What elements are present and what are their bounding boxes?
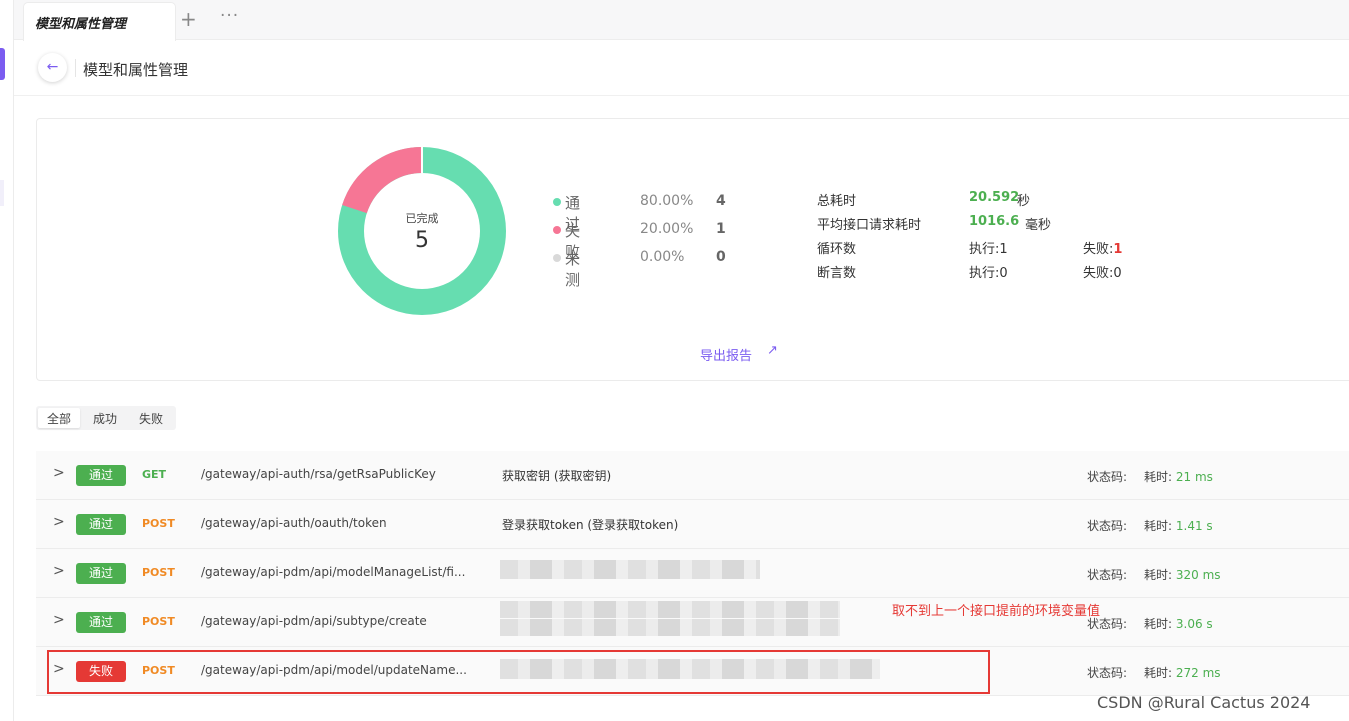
elapsed-time: 耗时: 1.41 s [1144, 517, 1213, 534]
tab-model-attr[interactable]: 模型和属性管理 [23, 2, 176, 41]
donut-value: 5 [415, 228, 429, 253]
header-divider [75, 59, 76, 77]
method-label: POST [142, 517, 175, 530]
donut-fail-slice [342, 147, 423, 214]
tab-bar: 模型和属性管理 + ··· [14, 0, 1349, 41]
elapsed-label: 耗时: [1144, 617, 1173, 631]
request-row[interactable]: > 通过 POST /gateway/api-auth/oauth/token … [36, 500, 1349, 549]
status-badge: 通过 [76, 612, 126, 633]
elapsed-label: 耗时: [1144, 519, 1173, 533]
elapsed-time: 耗时: 21 ms [1144, 468, 1213, 485]
elapsed-value: 272 ms [1175, 666, 1221, 680]
more-icon[interactable]: ··· [220, 6, 239, 26]
request-path: /gateway/api-auth/oauth/token [201, 516, 387, 530]
stat-total-time-value: 20.592 [969, 190, 1020, 205]
rail-active-indicator[interactable] [0, 48, 5, 80]
watermark: CSDN @Rural Cactus 2024 [1097, 693, 1311, 712]
elapsed-label: 耗时: [1144, 666, 1173, 680]
elapsed-label: 耗时: [1144, 470, 1173, 484]
chevron-right-icon[interactable]: > [53, 465, 65, 481]
filter-all[interactable]: 全部 [38, 408, 80, 428]
legend-count: 4 [716, 193, 726, 209]
highlight-box [47, 650, 990, 694]
redacted-description [500, 601, 840, 618]
rail-item[interactable] [0, 180, 4, 206]
filter-success[interactable]: 成功 [84, 408, 126, 428]
elapsed-value: 320 ms [1175, 568, 1221, 582]
elapsed-time: 耗时: 272 ms [1144, 664, 1221, 681]
legend-dot-untested [553, 254, 561, 262]
redacted-description [500, 619, 840, 636]
arrow-left-icon: ← [46, 59, 59, 75]
request-row[interactable]: > 通过 GET /gateway/api-auth/rsa/getRsaPub… [36, 451, 1349, 500]
external-link-icon[interactable]: ↗ [767, 343, 778, 358]
stat-loop-label: 循环数 [817, 242, 857, 257]
elapsed-time: 耗时: 320 ms [1144, 566, 1221, 583]
status-code: 状态码: [1087, 519, 1128, 533]
stat-assert-exec: 执行:0 [969, 266, 1008, 281]
elapsed-time: 耗时: 3.06 s [1144, 615, 1213, 632]
stat-loop-fail-label: 失败: [1083, 242, 1114, 257]
stat-assert-label: 断言数 [817, 266, 857, 281]
chevron-right-icon[interactable]: > [53, 563, 65, 579]
legend-count: 0 [716, 249, 726, 265]
elapsed-value: 1.41 s [1175, 519, 1213, 533]
stat-avg-time-value: 1016.6 [969, 214, 1020, 229]
stat-loop-fail: 失败:1 [1083, 238, 1122, 257]
back-button[interactable]: ← [38, 53, 67, 82]
status-badge: 通过 [76, 465, 126, 486]
legend-pct: 20.00% [640, 221, 694, 237]
left-rail [0, 0, 14, 721]
stat-loop-fail-value: 1 [1113, 242, 1123, 257]
legend-pct: 0.00% [640, 249, 685, 265]
status-code: 状态码: [1087, 470, 1128, 484]
request-path: /gateway/api-pdm/api/subtype/create [201, 614, 427, 628]
request-row[interactable]: > 通过 POST /gateway/api-pdm/api/subtype/c… [36, 598, 1349, 647]
summary-card [36, 118, 1349, 381]
request-desc: 登录获取token (登录获取token) [502, 518, 679, 532]
result-filter: 全部 成功 失败 [36, 406, 176, 430]
request-row[interactable]: > 通过 POST /gateway/api-pdm/api/modelMana… [36, 549, 1349, 598]
donut-label: 已完成 [405, 212, 439, 225]
chevron-right-icon[interactable]: > [53, 612, 65, 628]
plus-icon[interactable]: + [180, 7, 197, 31]
legend-dot-pass [553, 198, 561, 206]
elapsed-label: 耗时: [1144, 568, 1173, 582]
status-badge: 通过 [76, 563, 126, 584]
page-title: 模型和属性管理 [83, 61, 189, 79]
header-separator [14, 95, 1349, 96]
export-report-link[interactable]: 导出报告 [700, 345, 752, 364]
stat-total-time-label: 总耗时 [817, 194, 857, 209]
method-label: POST [142, 566, 175, 579]
status-code: 状态码: [1087, 666, 1128, 680]
elapsed-value: 21 ms [1175, 470, 1213, 484]
request-desc: 获取密钥 (获取密钥) [502, 469, 612, 483]
annotation-text: 取不到上一个接口提前的环境变量值 [892, 604, 1101, 619]
elapsed-value: 3.06 s [1175, 617, 1213, 631]
request-path: /gateway/api-pdm/api/modelManageList/fi.… [201, 565, 466, 579]
status-code: 状态码: [1087, 568, 1128, 582]
legend-count: 1 [716, 221, 726, 237]
legend-dot-fail [553, 226, 561, 234]
filter-fail[interactable]: 失败 [130, 408, 172, 428]
stat-avg-time-label: 平均接口请求耗时 [817, 218, 922, 233]
method-label: POST [142, 615, 175, 628]
stat-assert-fail: 失败:0 [1083, 266, 1122, 281]
redacted-description [500, 560, 760, 579]
method-label: GET [142, 468, 167, 481]
stat-loop-exec: 执行:1 [969, 242, 1008, 257]
stat-total-time-unit: 秒 [1017, 194, 1031, 209]
legend-pct: 80.00% [640, 193, 694, 209]
legend-name: 未测 [565, 250, 581, 289]
chevron-right-icon[interactable]: > [53, 514, 65, 530]
status-badge: 通过 [76, 514, 126, 535]
stat-avg-time-unit: 毫秒 [1025, 218, 1052, 233]
request-path: /gateway/api-auth/rsa/getRsaPublicKey [201, 467, 436, 481]
